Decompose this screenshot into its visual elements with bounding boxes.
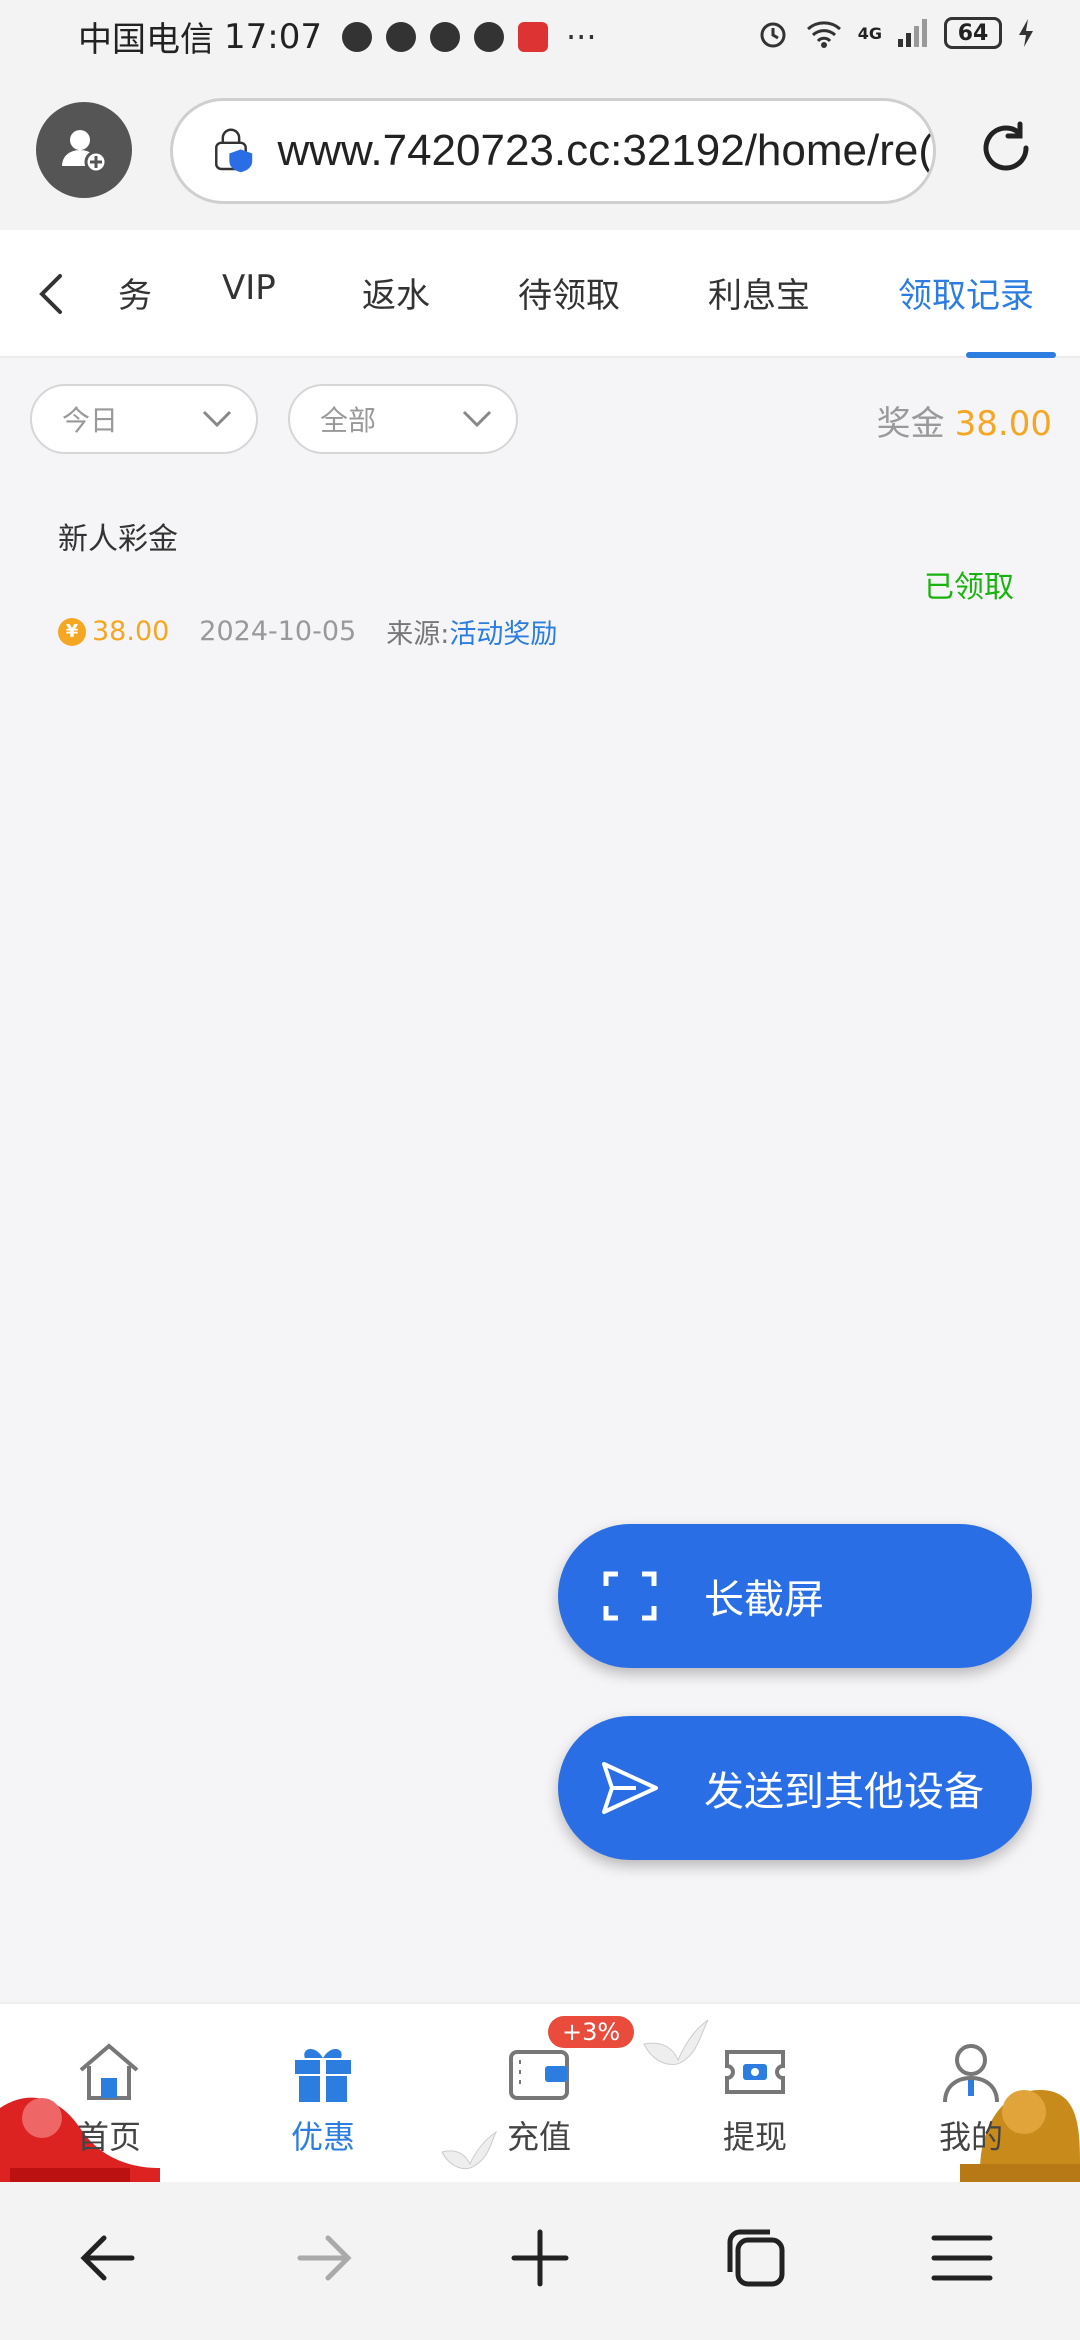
browser-bottom-bar	[0, 2182, 1080, 2340]
status-right: 4G 64	[756, 16, 1036, 50]
battery-icon: 64	[944, 17, 1002, 49]
type-filter-select[interactable]: 全部	[288, 384, 518, 454]
chevron-down-icon	[462, 410, 492, 428]
tab-pending[interactable]: 待领取	[518, 268, 620, 317]
profile-icon	[943, 2044, 999, 2103]
forward-arrow-icon[interactable]	[288, 2222, 360, 2294]
charging-icon	[1019, 19, 1033, 47]
qq-icon	[473, 21, 504, 52]
type-filter-value: 全部	[320, 404, 377, 437]
browser-toolbar: www.7420723.cc:32192/home/re(	[0, 74, 1080, 230]
record-source: 活动奖励	[449, 619, 558, 650]
nav-promotions-label: 优惠	[290, 2118, 355, 2156]
carrier-name: 中国电信	[78, 20, 214, 60]
address-bar[interactable]: www.7420723.cc:32192/home/re(	[170, 98, 936, 204]
record-status: 已领取	[924, 570, 1014, 605]
home-icon	[79, 2043, 139, 2100]
send-to-device-button[interactable]: 发送到其他设备	[558, 1716, 1032, 1860]
app-notification-icon	[517, 21, 548, 52]
nav-recharge-label: 充值	[506, 2118, 571, 2156]
long-screenshot-label: 长截屏	[704, 1577, 824, 1623]
nav-profile[interactable]: 我的	[906, 2038, 1036, 2158]
signal-icon	[898, 19, 927, 47]
status-left: 中国电信 17:07 ···	[78, 12, 597, 61]
active-tab-indicator	[966, 352, 1056, 358]
reload-icon[interactable]	[974, 118, 1040, 184]
alarm-icon	[760, 22, 786, 48]
screenshot-frame-icon	[603, 1571, 657, 1621]
battery-level: 64	[957, 20, 989, 46]
send-to-device-label: 发送到其他设备	[704, 1769, 984, 1815]
bonus-label: 奖金	[876, 404, 945, 444]
tab-vip[interactable]: VIP	[222, 268, 276, 308]
back-arrow-icon[interactable]	[72, 2222, 144, 2294]
network-type: 4G	[857, 23, 882, 43]
tab-interest[interactable]: 利息宝	[708, 268, 810, 317]
add-user-icon	[62, 130, 108, 174]
wechat-icon	[341, 21, 372, 52]
message-icon	[429, 21, 460, 52]
nav-withdraw[interactable]: 提现	[690, 2038, 820, 2158]
secure-lock-icon	[215, 128, 253, 173]
category-tab-bar: 务 VIP 返水 待领取 利息宝 领取记录	[0, 230, 1080, 358]
bonus-amount: 38.00	[954, 404, 1052, 444]
date-filter-value: 今日	[62, 404, 119, 437]
tab-rebate[interactable]: 返水	[362, 268, 430, 317]
bonus-summary: 奖金 38.00	[877, 396, 1052, 445]
gift-icon	[295, 2048, 351, 2102]
menu-hamburger-icon[interactable]	[926, 2222, 998, 2294]
record-amount: 38.00	[92, 616, 170, 647]
download-icon	[385, 21, 416, 52]
browser-profile-button[interactable]	[36, 102, 132, 198]
coin-icon: ¥	[58, 617, 86, 646]
status-bar: 中国电信 17:07 ··· 4G 64	[0, 0, 1080, 74]
send-icon	[602, 1762, 658, 1814]
more-notifications-icon: ···	[565, 17, 597, 56]
nav-home[interactable]: 首页	[44, 2038, 174, 2158]
record-date: 2024-10-05	[199, 616, 357, 647]
nav-recharge[interactable]: 充值	[474, 2038, 604, 2158]
record-title: 新人彩金	[58, 522, 178, 557]
nav-home-label: 首页	[76, 2118, 141, 2156]
withdraw-icon	[725, 2050, 785, 2094]
wifi-icon	[806, 21, 841, 48]
wallet-icon	[509, 2050, 569, 2100]
nav-profile-label: 我的	[938, 2118, 1003, 2156]
nav-withdraw-label: 提现	[722, 2118, 787, 2156]
clock: 17:07	[224, 16, 322, 57]
tab-claim-records[interactable]: 领取记录	[898, 268, 1034, 317]
record-source-label: 来源:	[386, 619, 450, 650]
tab-scroll-left-icon[interactable]	[32, 272, 72, 316]
chevron-down-icon	[202, 410, 232, 428]
long-screenshot-button[interactable]: 长截屏	[558, 1524, 1032, 1668]
nav-promotions[interactable]: 优惠	[258, 2038, 388, 2158]
new-tab-plus-icon[interactable]	[504, 2222, 576, 2294]
tab-tasks[interactable]: 务	[118, 268, 152, 317]
app-bottom-nav: 首页 优惠 +3% 充值 提现 我的	[0, 2002, 1080, 2182]
url-text: www.7420723.cc:32192/home/re(	[277, 126, 933, 175]
tabs-switcher-icon[interactable]	[720, 2222, 792, 2294]
record-meta: ¥ 38.00 2024-10-05 来源: 活动奖励	[58, 612, 557, 651]
date-filter-select[interactable]: 今日	[30, 384, 258, 454]
